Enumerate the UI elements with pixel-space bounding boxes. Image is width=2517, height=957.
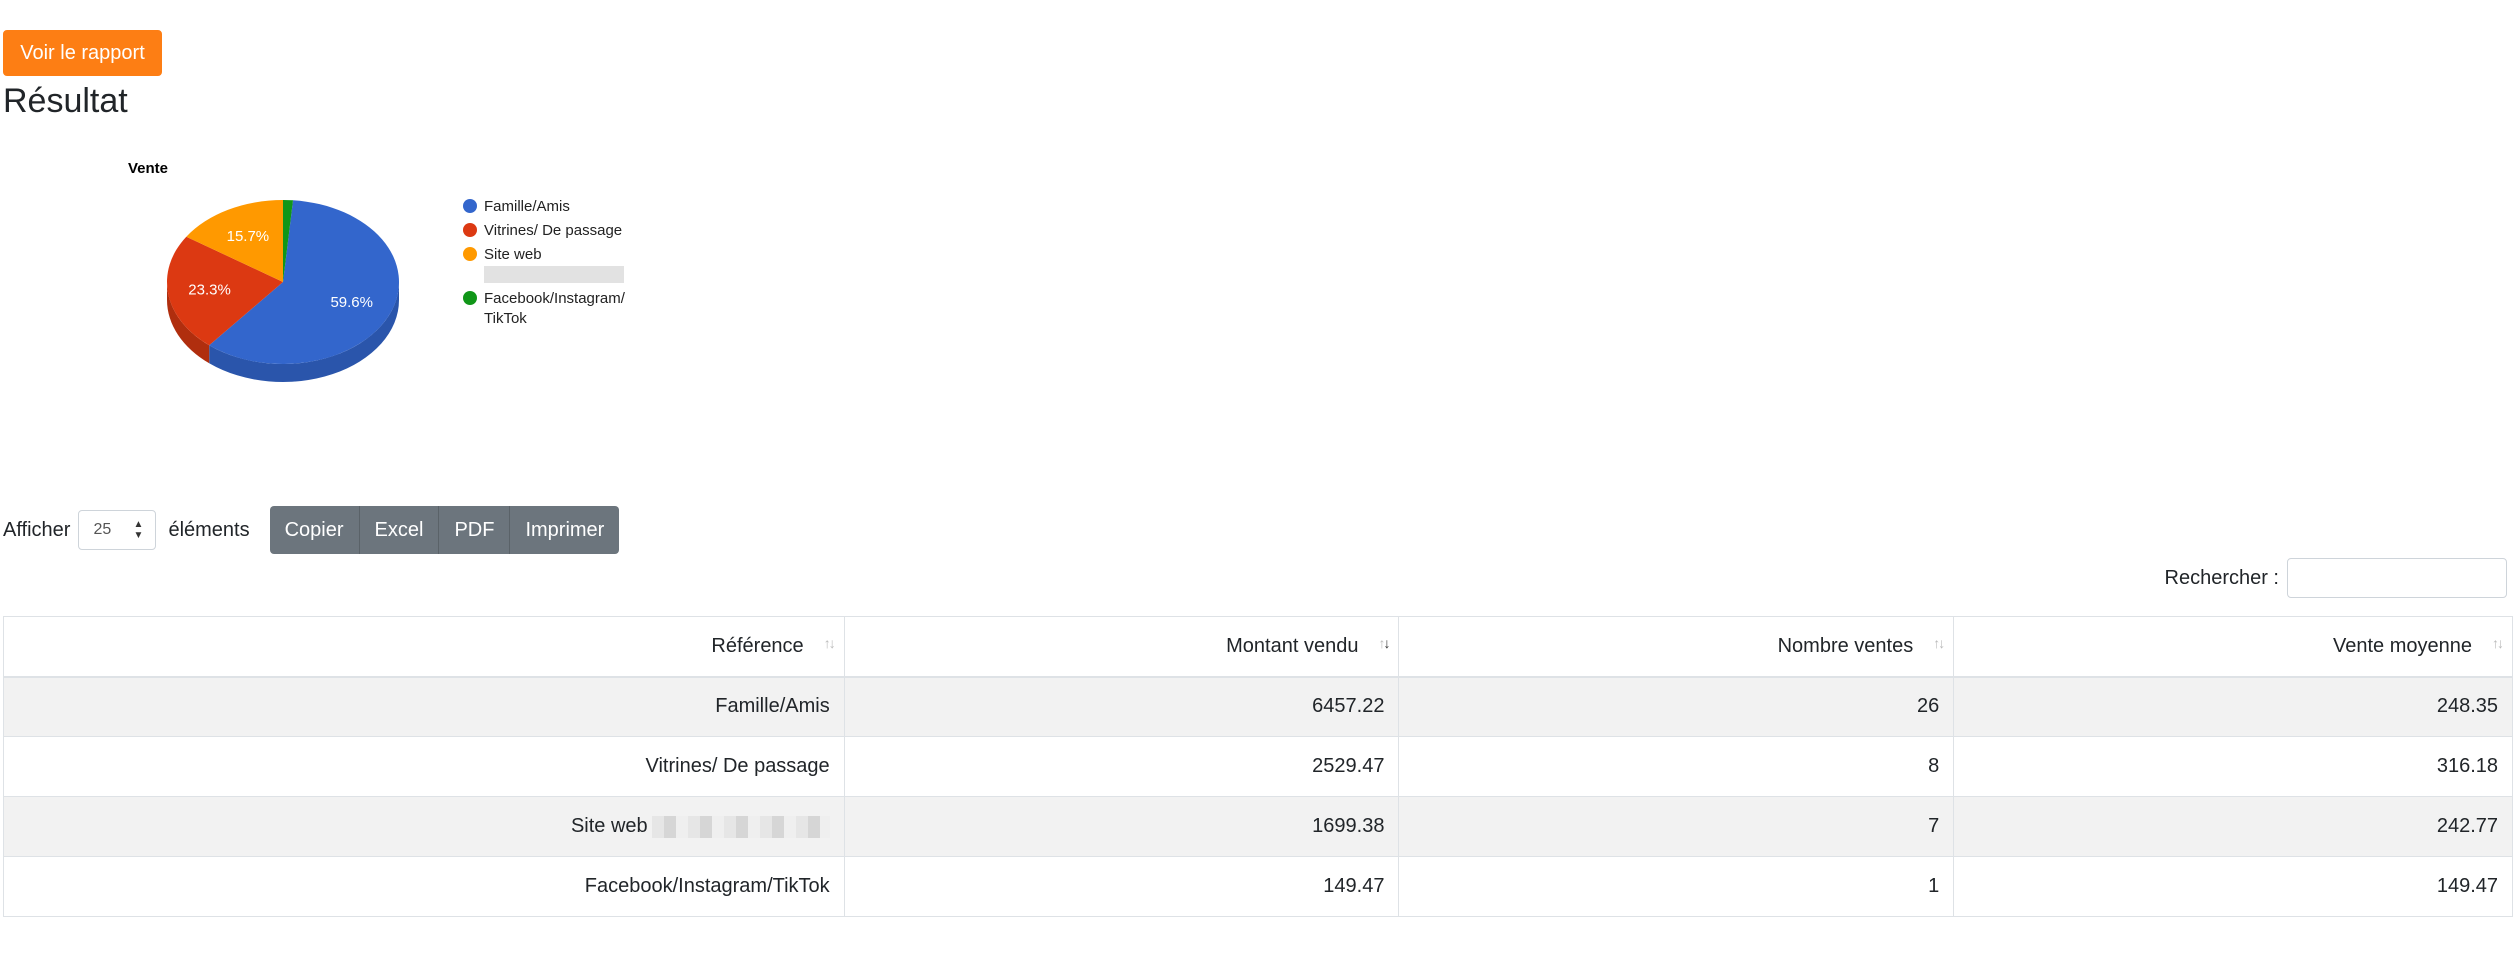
legend-label: Facebook/Instagram/ — [484, 290, 626, 307]
pdf-button[interactable]: PDF — [439, 506, 511, 554]
cell-sales-count: 26 — [1398, 676, 1955, 737]
sort-icon: ↑↓ — [2492, 635, 2504, 651]
cell-average-sale: 248.35 — [1953, 676, 2513, 737]
pie-slice-label: 15.7% — [227, 228, 270, 245]
cell-reference: Famille/Amis — [3, 676, 845, 737]
pie-chart: Vente 59.6% 23.3% 15.7% Famille/Amis Vitrin… — [0, 140, 720, 460]
page-length-value: 25 — [93, 521, 112, 538]
sort-icon: ↑↓ — [1933, 635, 1945, 651]
legend-marker — [463, 247, 477, 261]
legend-label: Site web — [484, 246, 542, 263]
select-arrows-icon: ▲ ▼ — [133, 519, 144, 541]
pie-slice-label: 59.6% — [330, 294, 373, 311]
column-header-label: Référence — [711, 634, 804, 657]
search-box: Rechercher : — [2164, 558, 2507, 598]
view-report-button[interactable]: Voir le rapport — [3, 30, 162, 76]
elements-label: éléments — [168, 518, 250, 541]
cell-sales-count: 7 — [1398, 796, 1955, 857]
sort-desc-icon: ↑↓ — [1378, 635, 1390, 651]
search-input[interactable] — [2287, 558, 2507, 598]
column-header-amount-sold[interactable]: Montant vendu ↑↓ — [843, 616, 1400, 678]
cell-sales-count: 8 — [1398, 736, 1955, 797]
sort-icon: ↑↓ — [823, 635, 836, 651]
legend-label: Vitrines/ De passage — [484, 222, 622, 239]
print-button[interactable]: Imprimer — [510, 506, 620, 554]
column-header-label: Vente moyenne — [2333, 634, 2472, 657]
table-row: Vitrines/ De passage 2529.47 8 316.18 — [3, 736, 2513, 797]
chart-title: Vente — [128, 160, 168, 177]
show-label: Afficher — [3, 518, 71, 541]
table-row: Site web 1699.38 7 242.77 — [3, 796, 2513, 857]
cell-reference: Site web — [3, 796, 845, 857]
export-button-group: Copier Excel PDF Imprimer — [269, 506, 620, 554]
column-header-average-sale[interactable]: Vente moyenne ↑↓ — [1953, 616, 2513, 678]
cell-average-sale: 316.18 — [1953, 736, 2513, 797]
legend-marker — [463, 291, 477, 305]
table-controls: Afficher 25 ▲ ▼ éléments Copier Excel PDF… — [3, 505, 620, 555]
cell-amount-sold: 1699.38 — [843, 796, 1400, 857]
legend-label: Famille/Amis — [484, 198, 570, 215]
legend-label: TikTok — [484, 310, 527, 327]
legend-marker — [463, 223, 477, 237]
pie-chart-svg: Vente 59.6% 23.3% 15.7% Famille/Amis Vitrin… — [128, 160, 626, 382]
cell-sales-count: 1 — [1398, 856, 1955, 917]
cell-average-sale: 242.77 — [1953, 796, 2513, 857]
cell-amount-sold: 6457.22 — [843, 676, 1400, 737]
pie-slice-label: 23.3% — [188, 282, 231, 299]
cell-average-sale: 149.47 — [1953, 856, 2513, 917]
excel-button[interactable]: Excel — [359, 506, 440, 554]
cell-reference: Facebook/Instagram/TikTok — [3, 856, 845, 917]
results-table: Référence ↑↓ Montant vendu ↑↓ Nombre vente… — [3, 616, 2513, 917]
cell-reference: Vitrines/ De passage — [3, 736, 845, 797]
page-length-select[interactable]: 25 ▲ ▼ — [78, 510, 157, 550]
legend-marker — [463, 199, 477, 213]
column-header-sales-count[interactable]: Nombre ventes ↑↓ — [1398, 616, 1955, 678]
cell-reference-text: Site web — [570, 815, 648, 837]
table-row: Facebook/Instagram/TikTok 149.47 1 149.4… — [3, 856, 2513, 917]
page: Voir le rapport Résultat Vente 59.6% 23.3… — [0, 0, 2517, 957]
column-header-reference[interactable]: Référence ↑↓ — [3, 616, 845, 678]
search-label: Rechercher : — [2164, 566, 2280, 589]
cell-amount-sold: 2529.47 — [843, 736, 1400, 797]
table-row: Famille/Amis 6457.22 26 248.35 — [3, 676, 2513, 737]
column-header-label: Montant vendu — [1226, 634, 1359, 657]
table-header-row: Référence ↑↓ Montant vendu ↑↓ Nombre vente… — [3, 616, 2513, 678]
page-title: Résultat — [3, 82, 128, 120]
copy-button[interactable]: Copier — [269, 506, 360, 554]
redacted-text — [651, 815, 830, 838]
legend-redacted-text — [484, 266, 624, 283]
cell-amount-sold: 149.47 — [843, 856, 1400, 917]
column-header-label: Nombre ventes — [1777, 634, 1914, 657]
